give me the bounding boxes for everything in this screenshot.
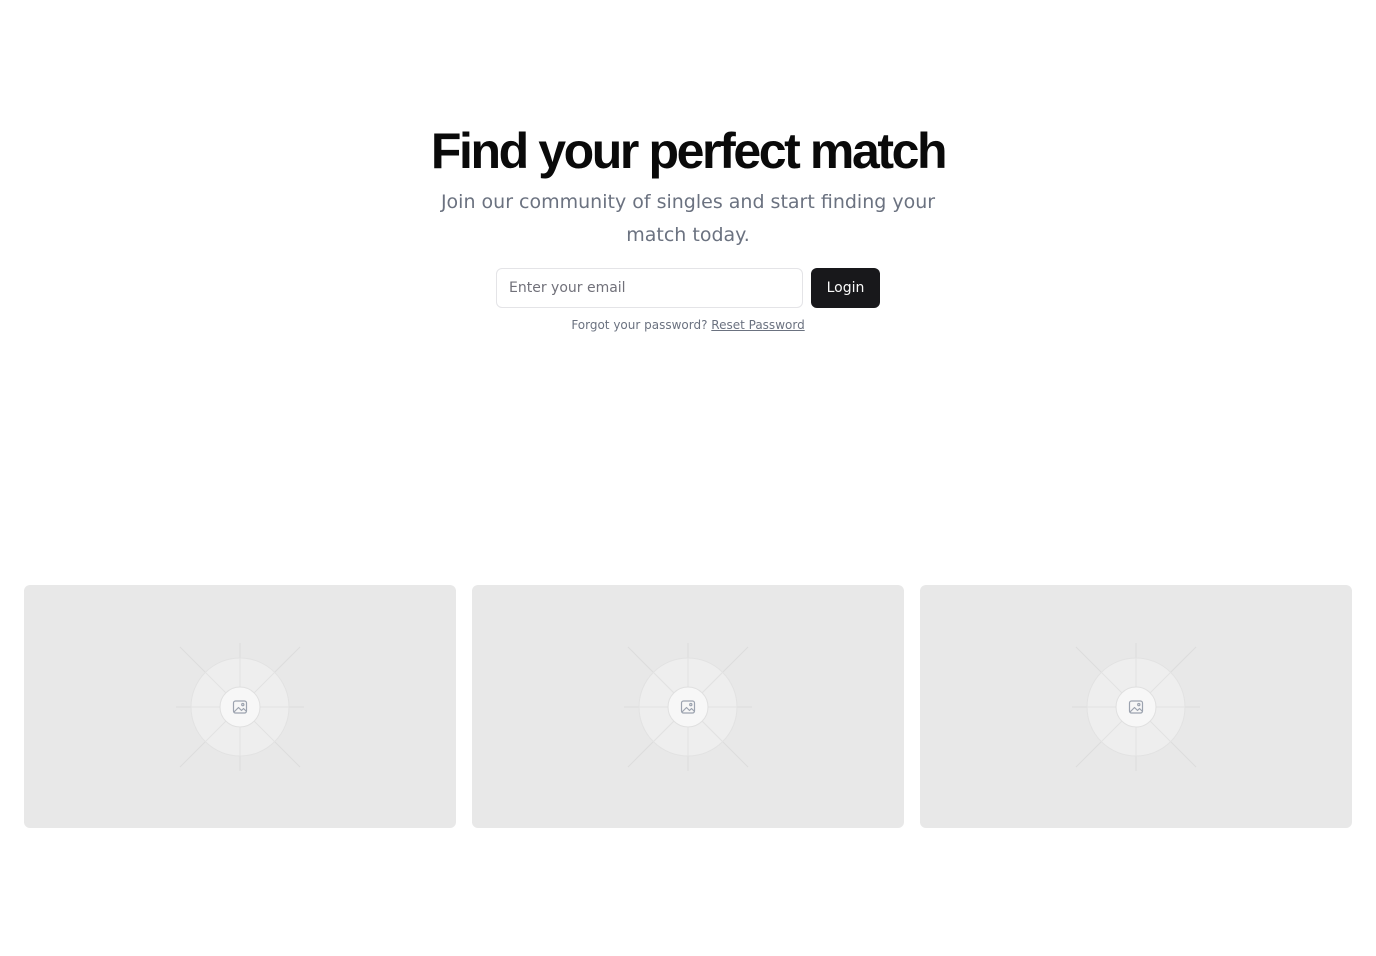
image-placeholder-1	[24, 585, 456, 828]
image-gallery	[24, 585, 1352, 828]
image-placeholder-3	[920, 585, 1352, 828]
hero-subtitle: Join our community of singles and start …	[440, 191, 936, 246]
page-title: Find your perfect match	[430, 123, 948, 179]
login-button[interactable]: Login	[811, 268, 880, 308]
email-input[interactable]	[496, 268, 803, 308]
page: Find your perfect match Join our communi…	[0, 0, 1376, 956]
image-placeholder-icon	[176, 642, 304, 771]
forgot-password-row: Forgot your password? Reset Password	[0, 317, 1376, 333]
image-placeholder-2	[472, 585, 904, 828]
image-placeholder-icon	[624, 642, 752, 771]
reset-password-link[interactable]: Reset Password	[711, 318, 804, 332]
image-placeholder-icon	[1072, 642, 1200, 771]
login-form: Login	[496, 268, 880, 308]
forgot-password-text: Forgot your password?	[571, 318, 708, 332]
hero-section: Find your perfect match Join our communi…	[0, 120, 1376, 333]
